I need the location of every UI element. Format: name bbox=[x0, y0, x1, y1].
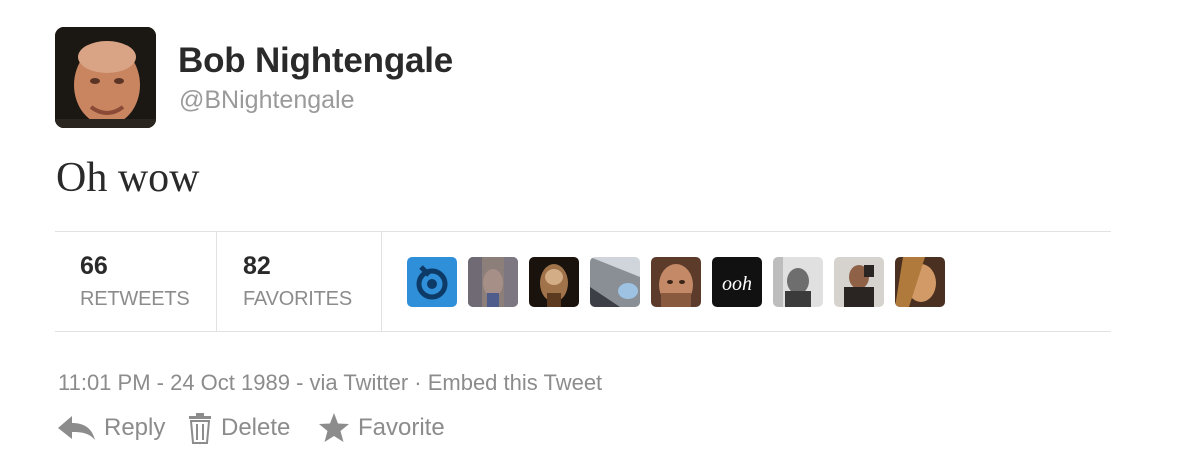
favorites-count: 82 bbox=[243, 252, 271, 280]
reply-arrow-icon bbox=[56, 413, 104, 443]
retweets-stat[interactable]: 66 RETWEETS bbox=[55, 232, 217, 331]
retweets-count: 66 bbox=[80, 252, 108, 280]
favoriter-avatar-9[interactable] bbox=[895, 257, 945, 307]
profile-handle[interactable]: @BNightengale bbox=[179, 86, 355, 115]
retweets-label: RETWEETS bbox=[80, 288, 190, 310]
meta-separator: - bbox=[289, 370, 310, 395]
reply-button[interactable]: Reply bbox=[56, 410, 165, 446]
tweet-stats: 66 RETWEETS 82 FAVORITES ooh bbox=[55, 231, 1111, 332]
favoriter-avatar-7[interactable] bbox=[773, 257, 823, 307]
via-source: via Twitter bbox=[309, 370, 409, 395]
favorites-stat[interactable]: 82 FAVORITES bbox=[217, 232, 382, 331]
tweet-timestamp[interactable]: 11:01 PM - 24 Oct 1989 bbox=[58, 370, 290, 395]
meta-dot-separator: · bbox=[408, 370, 428, 395]
trash-icon bbox=[187, 412, 221, 444]
delete-button[interactable]: Delete bbox=[187, 410, 290, 446]
delete-label: Delete bbox=[221, 414, 291, 441]
favoriter-avatar-6-text: ooh bbox=[722, 273, 752, 295]
star-icon bbox=[318, 412, 358, 444]
profile-name[interactable]: Bob Nightengale bbox=[178, 41, 453, 81]
favorite-label: Favorite bbox=[358, 414, 445, 441]
favorite-button[interactable]: Favorite bbox=[318, 410, 445, 446]
reply-label: Reply bbox=[104, 414, 166, 441]
favorites-label: FAVORITES bbox=[243, 288, 352, 310]
favoriter-avatar-1[interactable] bbox=[407, 257, 457, 307]
favoriter-avatar-5[interactable] bbox=[651, 257, 701, 307]
tweet-meta: 11:01 PM - 24 Oct 1989 - via Twitter · E… bbox=[58, 370, 602, 396]
favoriter-avatar-6[interactable]: ooh bbox=[712, 257, 762, 307]
favoriter-avatar-3[interactable] bbox=[529, 257, 579, 307]
favoriter-avatar-8[interactable] bbox=[834, 257, 884, 307]
profile-avatar[interactable] bbox=[55, 27, 156, 128]
favoriter-avatar-2[interactable] bbox=[468, 257, 518, 307]
embed-tweet-link[interactable]: Embed this Tweet bbox=[428, 370, 602, 395]
avatar-photo bbox=[55, 27, 156, 128]
favoriter-avatar-4[interactable] bbox=[590, 257, 640, 307]
tweet-text: Oh wow bbox=[56, 155, 200, 201]
